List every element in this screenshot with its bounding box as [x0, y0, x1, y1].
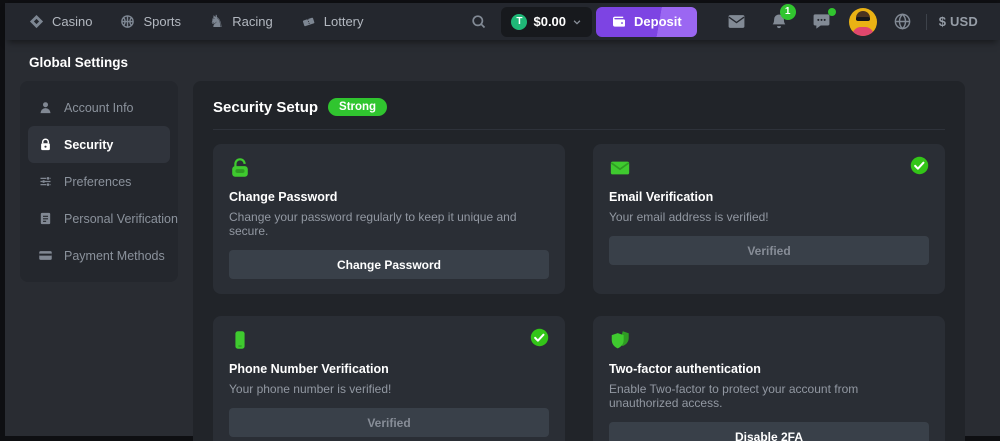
- tether-icon: T: [511, 14, 527, 30]
- top-navbar: Casino Sports ♞ Racing Lottery: [5, 3, 1000, 40]
- verified-check-icon: [530, 328, 549, 347]
- deposit-label: Deposit: [634, 14, 682, 29]
- app-window: Casino Sports ♞ Racing Lottery: [5, 3, 1000, 436]
- page-title: Global Settings: [29, 55, 1000, 70]
- two-factor-card: Two-factor authentication Enable Two-fac…: [593, 316, 945, 441]
- mail-icon[interactable]: [727, 12, 746, 31]
- card-title: Phone Number Verification: [229, 362, 549, 376]
- card-description: Your email address is verified!: [609, 210, 929, 224]
- notifications-bell-icon[interactable]: 1: [770, 13, 788, 31]
- credit-card-icon: [38, 248, 53, 263]
- racing-icon: ♞: [209, 13, 224, 30]
- nav-item-label: Casino: [52, 14, 92, 29]
- search-icon[interactable]: [470, 13, 487, 30]
- divider: [213, 129, 945, 130]
- deposit-button[interactable]: Deposit: [596, 7, 697, 37]
- disable-2fa-button[interactable]: Disable 2FA: [609, 422, 929, 441]
- nav-item-sports[interactable]: Sports: [120, 14, 181, 29]
- nav-item-casino[interactable]: Casino: [29, 14, 92, 29]
- divider: [926, 14, 927, 30]
- wallet-icon: [611, 14, 627, 30]
- nav-item-label: Lottery: [324, 14, 364, 29]
- email-verified-button[interactable]: Verified: [609, 236, 929, 265]
- sports-icon: [120, 14, 135, 29]
- nav-item-racing[interactable]: ♞ Racing: [209, 13, 273, 30]
- card-title: Two-factor authentication: [609, 362, 929, 376]
- sidebar-item-security[interactable]: Security: [28, 126, 170, 163]
- panel-title: Security Setup: [213, 99, 318, 116]
- chat-icon[interactable]: [812, 12, 831, 31]
- language-globe-icon[interactable]: [893, 12, 912, 31]
- sidebar-item-label: Security: [64, 138, 113, 152]
- document-icon: [38, 211, 53, 226]
- envelope-icon: [609, 157, 631, 179]
- change-password-button[interactable]: Change Password: [229, 250, 549, 279]
- settings-sidebar: Account Info Security Preferences Person…: [20, 81, 178, 282]
- password-strength-badge: Strong: [328, 98, 387, 116]
- change-password-card: Change Password Change your password reg…: [213, 144, 565, 294]
- shield-icon: [609, 329, 631, 351]
- lottery-icon: [301, 14, 316, 29]
- sidebar-item-personal-verification[interactable]: Personal Verification: [28, 200, 170, 237]
- phone-verified-button[interactable]: Verified: [229, 408, 549, 437]
- sidebar-item-account-info[interactable]: Account Info: [28, 89, 170, 126]
- primary-nav: Casino Sports ♞ Racing Lottery: [29, 13, 364, 30]
- currency-selector[interactable]: $ USD: [939, 14, 978, 29]
- phone-verification-card: Phone Number Verification Your phone num…: [213, 316, 565, 441]
- wallet-balance-selector[interactable]: T $0.00: [501, 7, 592, 37]
- security-setup-panel: Security Setup Strong Change Password Ch…: [193, 81, 965, 441]
- card-description: Change your password regularly to keep i…: [229, 210, 549, 238]
- user-icon: [38, 100, 53, 115]
- sidebar-item-label: Account Info: [64, 101, 134, 115]
- lock-icon: [38, 137, 53, 152]
- phone-icon: [229, 329, 251, 351]
- nav-item-label: Sports: [143, 14, 181, 29]
- sidebar-item-label: Preferences: [64, 175, 131, 189]
- sidebar-item-label: Payment Methods: [64, 249, 165, 263]
- nav-item-lottery[interactable]: Lottery: [301, 14, 364, 29]
- chat-status-dot: [828, 8, 836, 16]
- chevron-down-icon: [572, 17, 582, 27]
- sidebar-item-label: Personal Verification: [64, 212, 178, 226]
- card-description: Enable Two-factor to protect your accoun…: [609, 382, 929, 410]
- card-description: Your phone number is verified!: [229, 382, 549, 396]
- card-title: Email Verification: [609, 190, 929, 204]
- preferences-icon: [38, 174, 53, 189]
- verified-check-icon: [910, 156, 929, 175]
- card-title: Change Password: [229, 190, 549, 204]
- casino-icon: [29, 14, 44, 29]
- notification-count-badge: 1: [780, 4, 796, 20]
- user-avatar[interactable]: [849, 8, 877, 36]
- balance-amount: $0.00: [533, 14, 566, 29]
- sidebar-item-payment-methods[interactable]: Payment Methods: [28, 237, 170, 274]
- email-verification-card: Email Verification Your email address is…: [593, 144, 945, 294]
- navbar-right: T $0.00 Deposit 1: [470, 7, 978, 37]
- sidebar-item-preferences[interactable]: Preferences: [28, 163, 170, 200]
- padlock-icon: [229, 157, 251, 179]
- nav-item-label: Racing: [232, 14, 272, 29]
